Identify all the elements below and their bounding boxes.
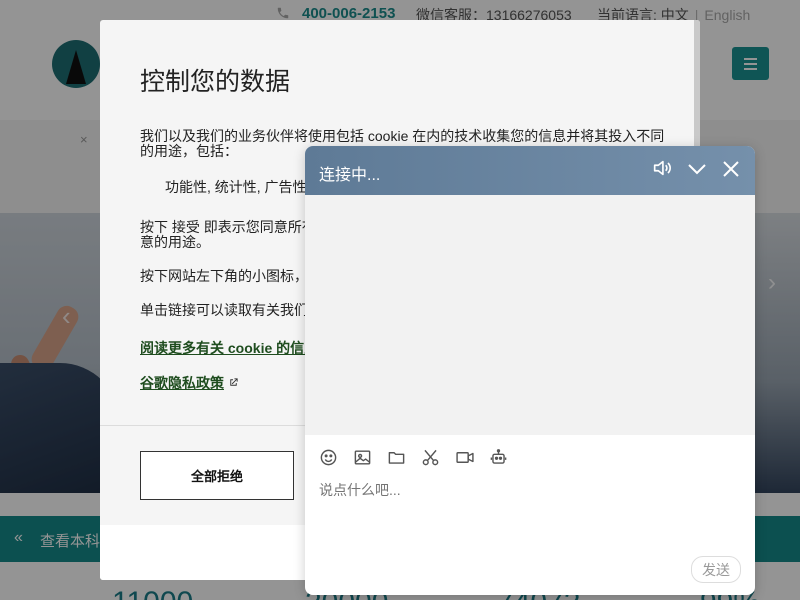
read-more-cookie-link[interactable]: 阅读更多有关 cookie 的信息 [140,338,318,358]
send-button[interactable]: 发送 [691,556,741,583]
folder-icon[interactable] [387,448,407,468]
google-privacy-link[interactable]: 谷歌隐私政策 [140,373,239,393]
video-icon[interactable] [455,448,475,468]
dialog-title: 控制您的数据 [140,68,291,96]
external-link-icon [228,377,239,391]
scissors-icon[interactable] [421,448,441,468]
chat-header: 连接中... [305,146,755,195]
robot-icon[interactable] [489,448,509,468]
image-icon[interactable] [353,448,373,468]
reject-all-button[interactable]: 全部拒绝 [140,451,294,500]
minimize-chevron-down-icon[interactable] [685,157,711,183]
chat-widget: 连接中... 发送 [305,146,755,595]
chat-message-input[interactable] [319,482,739,498]
chat-status-title: 连接中... [319,167,381,184]
google-privacy-link-label: 谷歌隐私政策 [140,375,224,391]
close-icon[interactable] [719,157,745,183]
speaker-icon[interactable] [651,157,677,183]
chat-message-area [305,195,755,435]
emoji-icon[interactable] [319,448,339,468]
